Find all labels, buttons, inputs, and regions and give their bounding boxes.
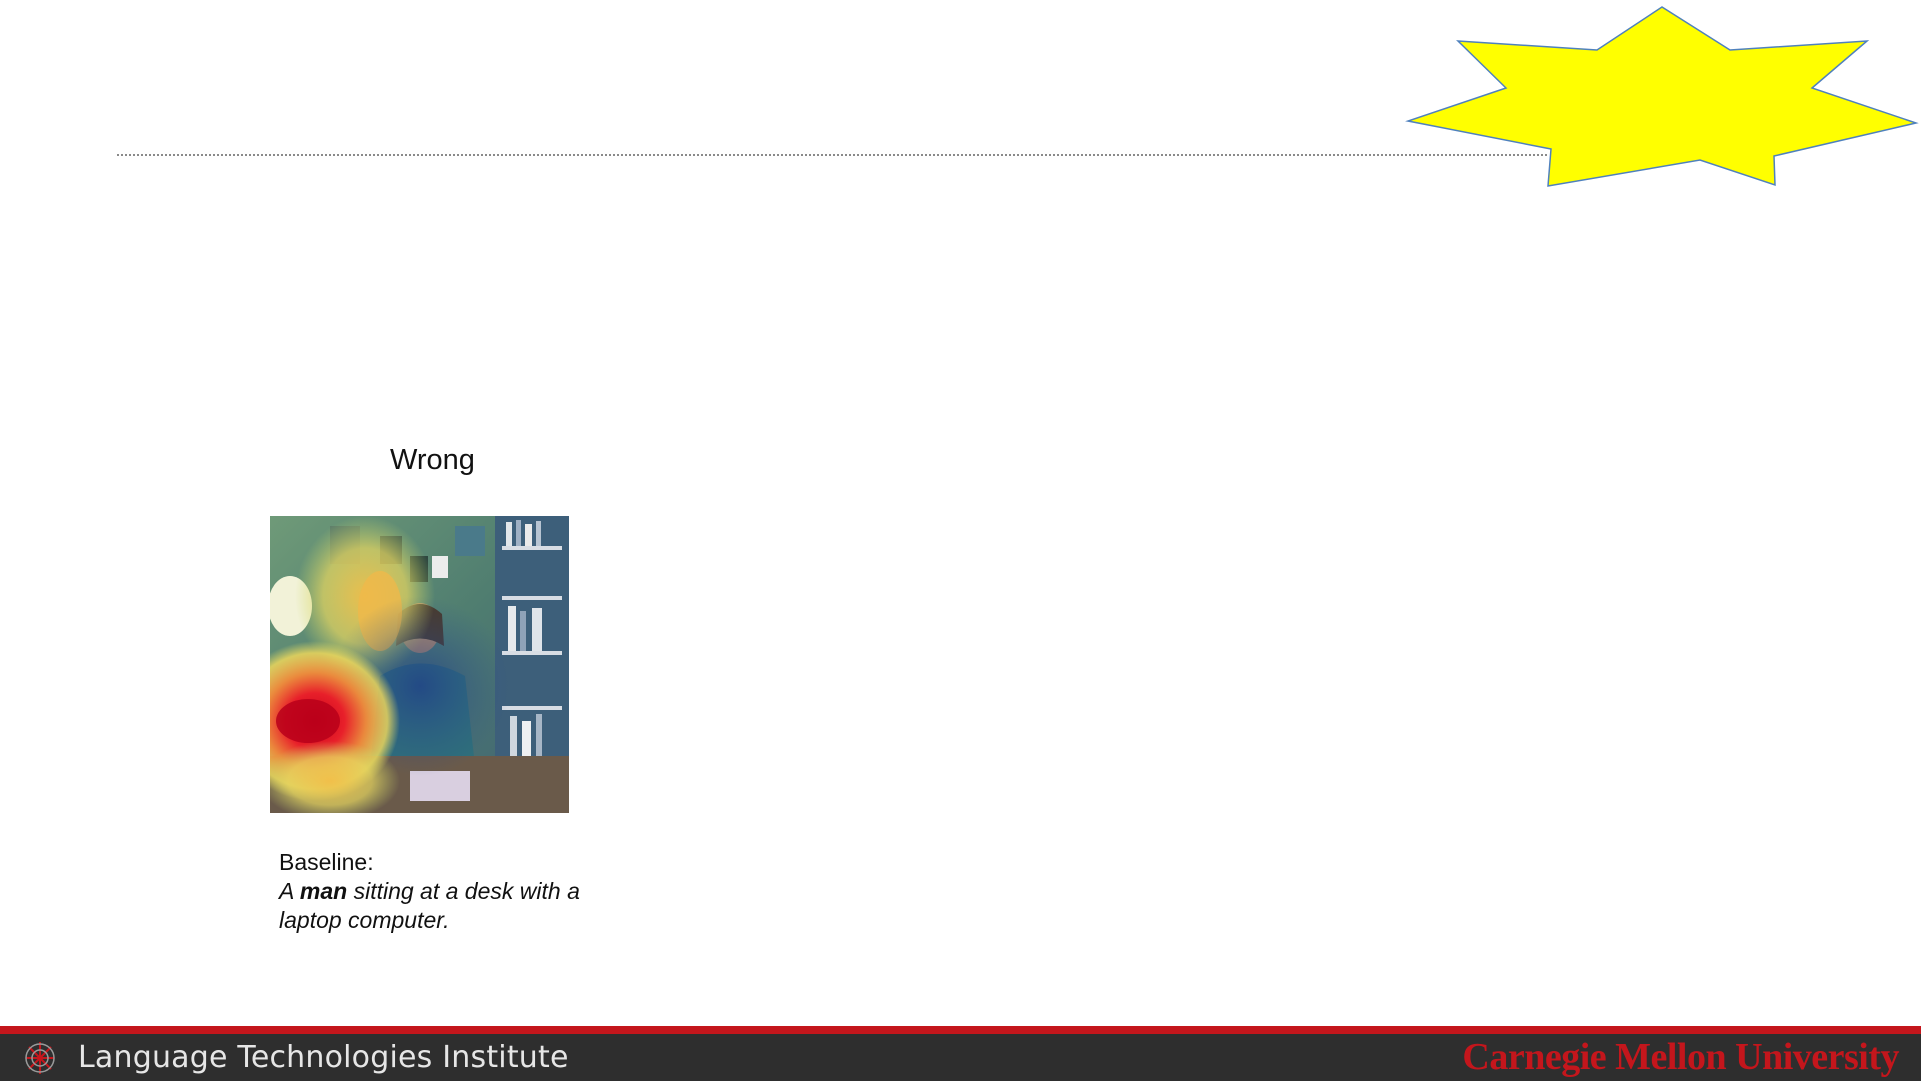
panel-heading: Wrong — [390, 444, 475, 476]
attention-heatmap-image — [270, 516, 569, 813]
slide: Wrong Baseline: A man sitting at a desk … — [0, 0, 1921, 1081]
caption-prefix: A — [279, 878, 300, 904]
lti-logo-icon — [25, 1042, 55, 1074]
caption-emphasis: man — [299, 878, 348, 904]
caption: Baseline: A man sitting at a desk with a… — [279, 848, 589, 935]
caption-sentence: A man sitting at a desk with a laptop co… — [279, 877, 589, 935]
university-wordmark: Carnegie Mellon University — [1462, 1036, 1899, 1078]
footer-accent-line — [0, 1026, 1921, 1034]
title-divider — [117, 154, 1547, 156]
caption-label: Baseline: — [279, 849, 374, 875]
institute-name: Language Technologies Institute — [78, 1040, 569, 1075]
starburst-shape — [1405, 6, 1919, 187]
footer-bar: Language Technologies Institute Carnegie… — [0, 1026, 1921, 1081]
